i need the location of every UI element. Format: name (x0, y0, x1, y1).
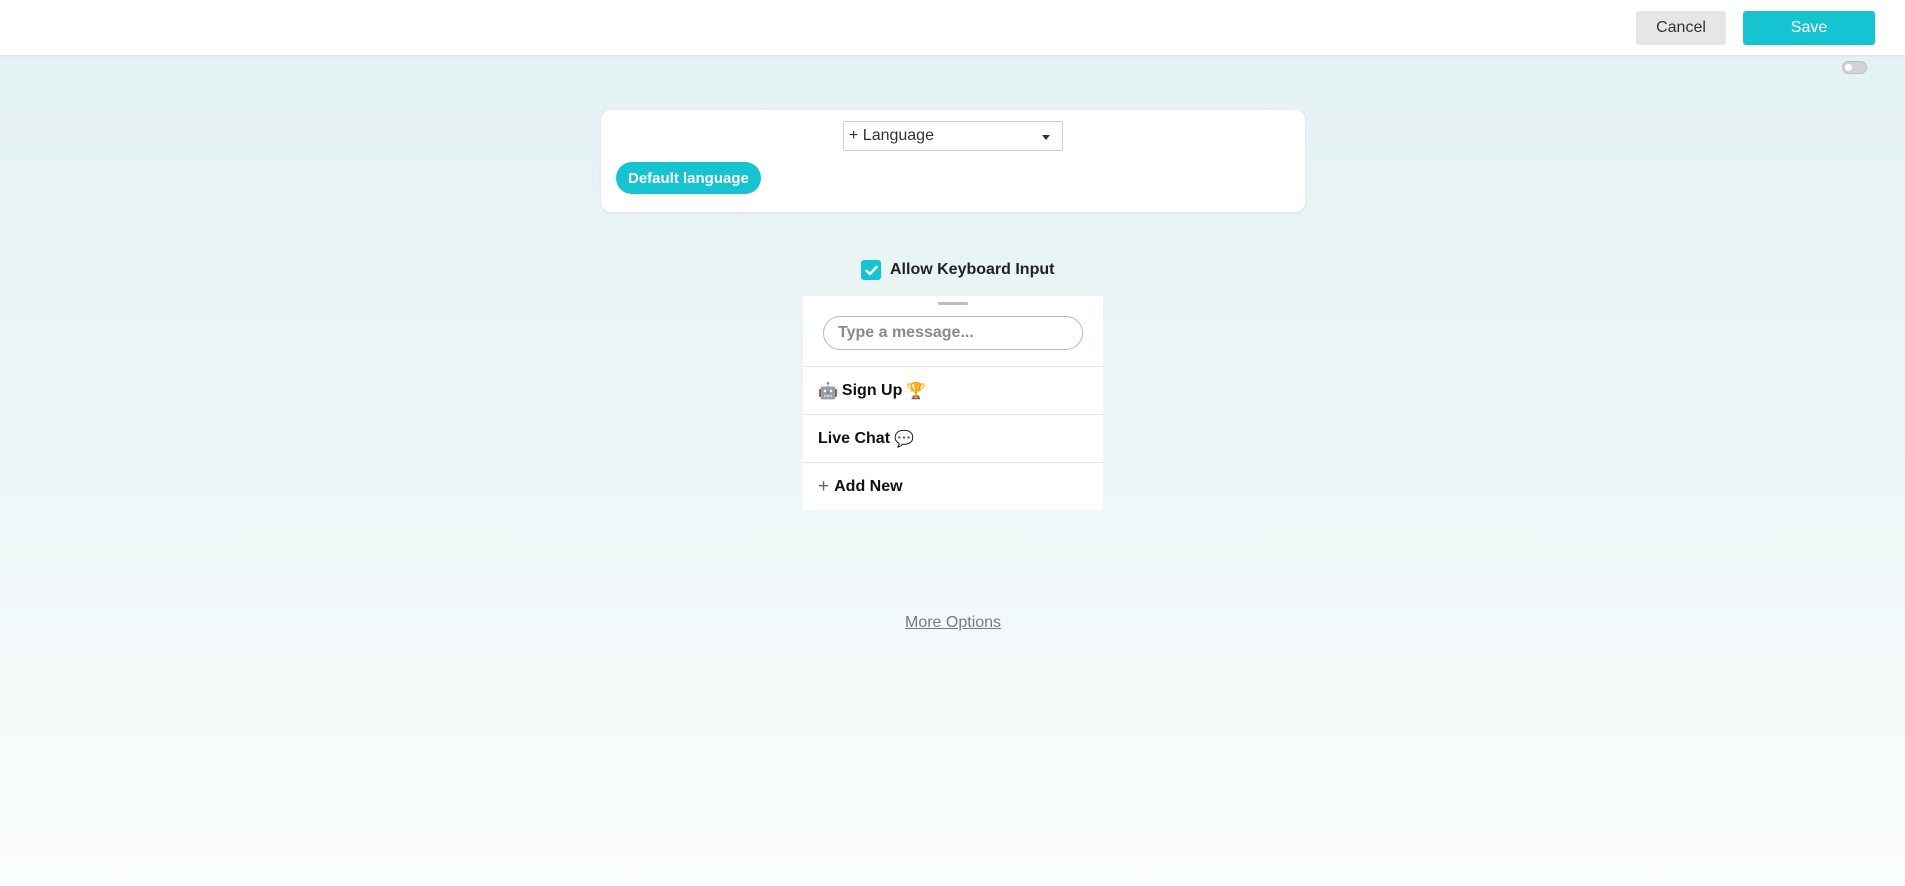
default-language-button[interactable]: Default language (616, 162, 761, 194)
top-bar: Cancel Save (0, 0, 1905, 55)
speech-bubble-icon: 💬 (894, 430, 914, 448)
quick-reply-label: Sign Up (841, 381, 903, 399)
add-new-label: Add New (834, 477, 903, 495)
quick-reply-live-chat[interactable]: Live Chat 💬 (803, 414, 1103, 462)
keyboard-input-label: Allow Keyboard Input (890, 261, 1055, 278)
language-card: + Language Default language (601, 110, 1305, 212)
trophy-icon: 🏆 (906, 382, 927, 400)
allow-keyboard-input-row[interactable]: Allow Keyboard Input (861, 260, 1054, 280)
caret-down-icon (1042, 135, 1050, 140)
quick-reply-list: 🤖 Sign Up 🏆 Live Chat 💬 + Add New (803, 366, 1103, 510)
toggle-switch[interactable] (1842, 61, 1867, 74)
message-panel: 🤖 Sign Up 🏆 Live Chat 💬 + Add New (803, 296, 1103, 510)
more-options-link[interactable]: More Options (905, 614, 1001, 632)
add-new-button[interactable]: + Add New (803, 462, 1103, 510)
drag-handle[interactable] (938, 302, 968, 305)
checkmark-icon (864, 265, 878, 275)
cancel-button[interactable]: Cancel (1636, 11, 1726, 45)
toggle-knob (1845, 64, 1852, 71)
quick-reply-sign-up[interactable]: 🤖 Sign Up 🏆 (803, 366, 1103, 414)
quick-reply-label: Live Chat (818, 429, 891, 447)
message-input[interactable] (823, 316, 1083, 350)
keyboard-input-checkbox[interactable] (861, 260, 881, 280)
robot-icon: 🤖 (818, 382, 838, 400)
plus-icon: + (818, 475, 830, 497)
save-button[interactable]: Save (1743, 11, 1875, 45)
language-select[interactable]: + Language (843, 121, 1063, 151)
language-select-value: + Language (849, 127, 934, 144)
